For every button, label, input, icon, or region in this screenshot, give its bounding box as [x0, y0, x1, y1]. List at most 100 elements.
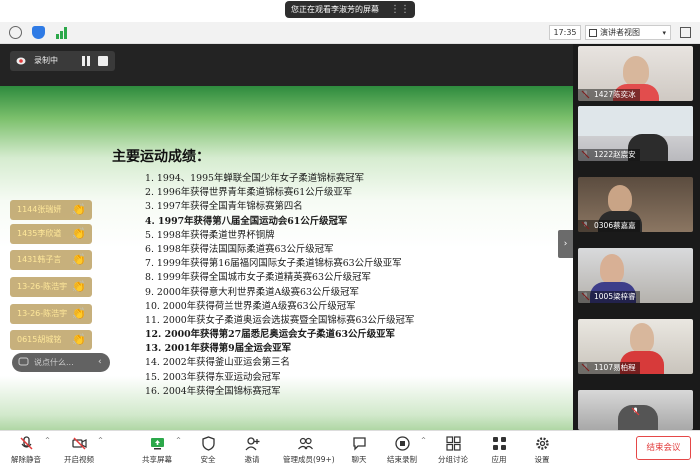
list-item: 9. 2000年获得意大利世界柔道A级赛63公斤级冠军 — [145, 286, 359, 298]
breakout-button[interactable]: 分组讨论 — [431, 434, 475, 466]
reaction-name: 0615胡城铭 — [17, 335, 62, 344]
share-screen-label: 共享屏幕 — [142, 455, 172, 464]
chat-button[interactable]: 聊天 — [337, 434, 381, 466]
window-background — [578, 106, 693, 136]
chat-input[interactable]: 说点什么... ‹ — [12, 353, 110, 372]
clap-icon: 👏 — [72, 203, 86, 216]
clap-icon: 👏 — [72, 307, 86, 320]
participant-tile[interactable]: 1222赵宸安 — [578, 106, 693, 161]
reaction-name: 13-26-陈浩宇 — [17, 309, 68, 318]
participant-name: 1107易柏程 — [578, 362, 640, 374]
reaction-item: 0615胡城铭 👏 — [10, 330, 92, 350]
chat-placeholder: 说点什么... — [34, 358, 74, 367]
security-button[interactable]: 安全 — [186, 434, 230, 466]
reaction-item: 1431韩子言 👏 — [10, 250, 92, 270]
chevron-up-icon[interactable]: ^ — [176, 437, 181, 444]
cloud-record-icon — [16, 57, 26, 65]
list-item: 7. 1999年获得第16届福冈国际女子柔道锦标赛63公斤级亚军 — [145, 258, 402, 270]
list-item: 2. 1996年获得世界青年柔道锦标赛61公斤级亚军 — [145, 187, 353, 199]
meeting-timer: 17:35 — [549, 25, 581, 40]
list-item: 4. 1997年获得第八届全国运动会61公斤级冠军 — [145, 215, 348, 227]
meeting-toolbar: 17:35 演讲者视图 ▾ — [0, 22, 700, 44]
shield-icon — [202, 436, 215, 451]
pause-icon[interactable] — [80, 55, 92, 67]
chevron-left-icon[interactable]: ‹ — [98, 353, 102, 372]
control-bar: ^ 解除静音 ^ 开启视频 ^ 共享屏幕 安全 邀请 管理成员(99+) 聊天 … — [0, 430, 700, 467]
breakout-label: 分组讨论 — [438, 455, 468, 464]
chat-label: 聊天 — [351, 455, 367, 464]
share-screen-button[interactable]: ^ 共享屏幕 — [135, 434, 181, 466]
clap-icon: 👏 — [72, 333, 86, 346]
list-item: 11. 2000年获女子柔道奥运会选拔赛暨全国锦标赛63公斤级冠军 — [145, 314, 415, 326]
recording-label: 录制中 — [34, 56, 58, 65]
shared-screen: 主要运动成绩： 1. 1994、1995年蝉联全国少年女子柔道锦标赛冠军 2. … — [0, 44, 573, 446]
invite-label: 邀请 — [244, 455, 260, 464]
mic-muted-icon — [631, 407, 640, 416]
view-mode-label: 演讲者视图 — [600, 28, 640, 37]
reaction-item: 1144张瑞妍 👏 — [10, 200, 92, 220]
list-item: 15. 2003年获得东亚运动会冠军 — [145, 371, 281, 383]
end-meeting-button[interactable]: 结束会议 — [636, 436, 691, 460]
participant-face — [630, 323, 654, 353]
manage-members-label: 管理成员(99+) — [283, 455, 335, 464]
record-stop-icon — [395, 436, 410, 451]
chevron-up-icon[interactable]: ^ — [421, 437, 426, 444]
participant-tile[interactable]: 1005梁梓睿 — [578, 248, 693, 303]
breakout-icon — [446, 436, 461, 451]
security-label: 安全 — [200, 455, 216, 464]
apps-button[interactable]: 应用 — [477, 434, 521, 466]
stop-recording-button[interactable]: ^ 结束录制 — [380, 434, 426, 466]
collapse-sidebar-button[interactable]: › — [558, 230, 573, 258]
slide-title: 主要运动成绩： — [112, 149, 210, 165]
participant-face — [623, 56, 649, 86]
achievement-list: 1. 1994、1995年蝉联全国少年女子柔道锦标赛冠军 2. 1996年获得世… — [145, 172, 414, 399]
participant-tile[interactable]: 0306蔡嘉嘉 — [578, 177, 693, 232]
list-item: 12. 2000年获得第27届悉尼奥运会女子柔道63公斤级亚军 — [145, 329, 395, 341]
participant-tile[interactable]: 1427陈奕冰 — [578, 46, 693, 101]
participant-name: 1222赵宸安 — [578, 149, 640, 161]
list-item: 6. 1998年获得法国国际柔道赛63公斤级冠军 — [145, 243, 334, 255]
participant-face — [600, 254, 624, 284]
settings-label: 设置 — [534, 455, 550, 464]
reaction-name: 1144张瑞妍 — [17, 205, 62, 214]
reaction-name: 1435李欣道 — [17, 229, 62, 238]
camera-off-icon — [72, 437, 87, 450]
stop-icon[interactable] — [98, 56, 108, 66]
reaction-name: 13-26-陈浩宇 — [17, 282, 68, 291]
participant-panel: 1427陈奕冰 1222赵宸安 0306蔡嘉嘉 1005梁梓睿 1107易柏程 — [573, 44, 700, 430]
mic-muted-icon — [20, 436, 33, 450]
list-item: 16. 2004年获得全国锦标赛冠军 — [145, 385, 281, 397]
list-item: 10. 2000年获得荷兰世界柔道A级赛63公斤级冠军 — [145, 300, 356, 312]
apps-label: 应用 — [491, 455, 507, 464]
chat-icon — [353, 437, 366, 451]
fullscreen-icon[interactable] — [680, 27, 691, 38]
invite-button[interactable]: 邀请 — [230, 434, 274, 466]
participant-name: 0306蔡嘉嘉 — [578, 220, 640, 232]
more-icon[interactable]: ⋮⋮ — [390, 1, 410, 18]
clap-icon: 👏 — [72, 253, 86, 266]
apps-icon — [493, 437, 506, 450]
signal-icon[interactable] — [55, 26, 68, 39]
list-item: 5. 1998年获得柔道世界杯铜牌 — [145, 229, 275, 241]
reaction-item: 13-26-陈浩宇 👏 — [10, 277, 92, 297]
list-item: 8. 1999年获得全国城市女子柔道精英赛63公斤级冠军 — [145, 272, 371, 284]
info-icon[interactable] — [9, 26, 22, 39]
participant-face — [608, 185, 632, 213]
participant-tile[interactable]: 1107易柏程 — [578, 319, 693, 374]
unmute-button[interactable]: ^ 解除静音 — [4, 434, 50, 466]
list-item: 1. 1994、1995年蝉联全国少年女子柔道锦标赛冠军 — [145, 173, 365, 184]
grid-icon — [589, 29, 597, 37]
view-mode-button[interactable]: 演讲者视图 ▾ — [585, 25, 671, 40]
screen-share-banner[interactable]: 您正在观看李淑芳的屏幕 ⋮⋮ — [285, 1, 415, 18]
manage-members-button[interactable]: 管理成员(99+) — [283, 434, 335, 466]
shield-icon[interactable] — [32, 26, 45, 39]
members-icon — [298, 437, 313, 450]
chevron-up-icon[interactable]: ^ — [98, 437, 103, 444]
reaction-name: 1431韩子言 — [17, 255, 62, 264]
reaction-item: 1435李欣道 👏 — [10, 224, 92, 244]
chevron-up-icon[interactable]: ^ — [45, 437, 50, 444]
participant-tile[interactable] — [578, 390, 693, 430]
start-video-button[interactable]: ^ 开启视频 — [57, 434, 103, 466]
settings-button[interactable]: 设置 — [520, 434, 564, 466]
list-item: 3. 1997年获得全国青年锦标赛第四名 — [145, 201, 303, 213]
